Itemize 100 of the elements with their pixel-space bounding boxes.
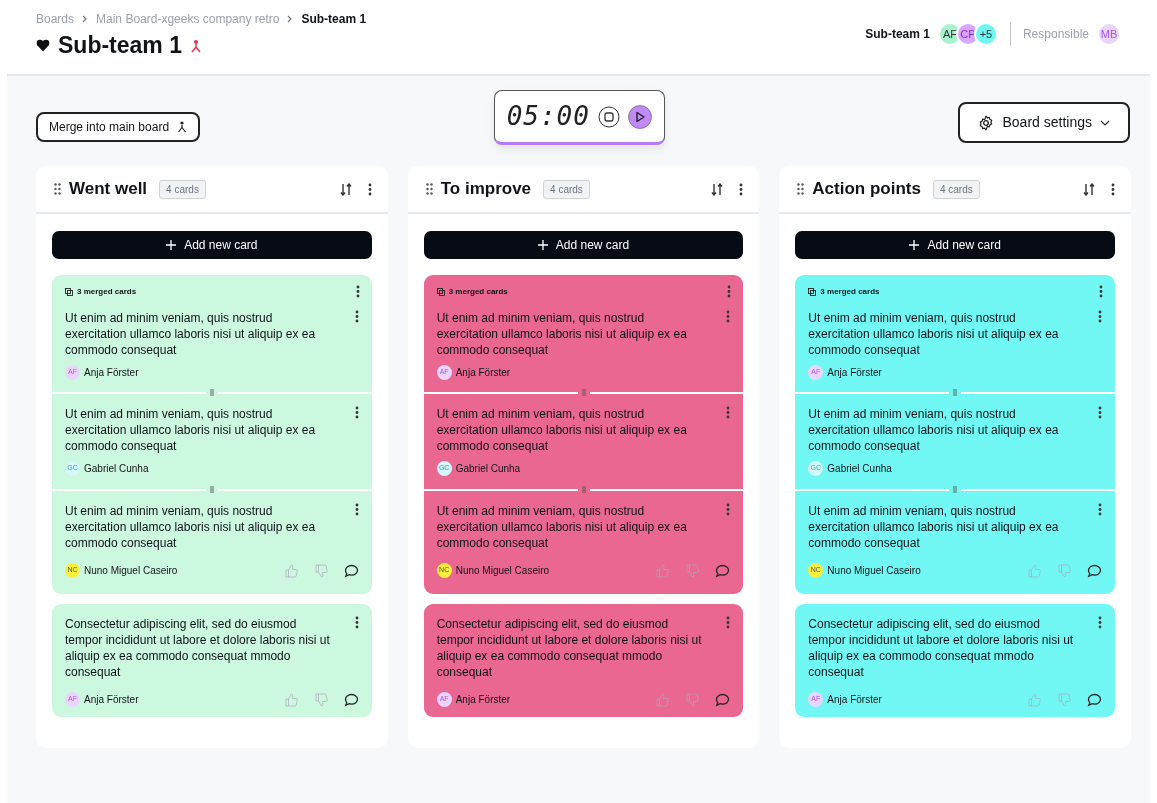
author-name: Gabriel Cunha [827,462,892,476]
team-name: Sub-team 1 [865,26,930,43]
thumbs-down-icon[interactable] [1057,563,1071,578]
column-title: Action points [812,178,921,201]
add-card-button[interactable]: Add new card [52,231,372,259]
author-name: Anja Förster [455,693,511,707]
more-options-icon[interactable] [1098,616,1102,629]
author-name: Anja Förster [455,366,511,380]
card-text: Ut enim ad minim veniam, quis nostrud exercitation ullamco laboris nisi ut aliquip ex ea commodo consequat [436,503,688,551]
author-name: Gabriel Cunha [84,462,149,476]
comment-icon[interactable] [1087,692,1102,707]
author-name: Gabriel Cunha [455,462,521,476]
copy-icon [808,287,817,296]
card-text: Ut enim ad minim veniam, quis nostrud exercitation ullamco laboris nisi ut aliquip ex ea commodo consequat [808,310,1060,358]
more-options-icon[interactable] [1098,406,1102,419]
author-name: Nuno Miguel Caseiro [84,564,178,578]
thumbs-down-icon[interactable] [1057,692,1071,707]
thumbs-up-icon[interactable] [1027,692,1041,707]
split-handle-icon[interactable] [209,389,214,396]
more-options-icon[interactable] [1098,310,1102,323]
card-text: Ut enim ad minim veniam, quis nostrud exercitation ullamco laboris nisi ut aliquip ex ea commodo consequat [436,406,688,454]
split-handle-icon[interactable] [953,486,958,493]
settings-icon [978,114,995,131]
card-text: Consectetur adipiscing elit, sed do eiusmod tempor incididunt ut labore et dolore laboris nisi ut aliquip ex ea commodo consequat mmodo consequat [65,616,331,680]
thumbs-down-icon[interactable] [313,692,328,707]
drag-handle-icon[interactable] [797,183,805,195]
add-card-button[interactable]: Add new card [795,231,1115,259]
timer-display: 05:00 [506,100,590,133]
author-name: Anja Förster [827,693,882,707]
column-title: Went well [69,178,148,201]
chevron-down-icon [1100,119,1110,126]
add-card-button[interactable]: Add new card [423,231,744,259]
merged-label: 3 merged cards [448,285,508,298]
card-text: Consectetur adipiscing elit, sed do eiusmod tempor incididunt ut labore et dolore laboris nisi ut aliquip ex ea commodo consequat mmodo consequat [436,616,703,680]
thumbs-up-icon[interactable] [283,563,298,578]
more-options-icon[interactable] [1099,285,1103,298]
plus-icon [537,240,548,250]
more-options-icon[interactable] [1098,503,1102,516]
merge-button[interactable]: Merge into main board [36,112,201,142]
sort-icon[interactable] [711,182,724,196]
author-name: Anja Förster [84,693,139,707]
thumbs-down-icon[interactable] [313,563,328,578]
thumbs-up-icon[interactable] [283,692,298,707]
merge-icon [177,121,188,133]
card-count: 4 cards [932,179,980,199]
board-title: Sub-team 1 [58,32,182,60]
card-count: 4 cards [159,179,206,199]
author-name: Nuno Miguel Caseiro [827,564,921,578]
drag-handle-icon[interactable] [54,183,61,195]
author-name: Nuno Miguel Caseiro [455,564,550,578]
sort-icon[interactable] [1083,182,1095,196]
split-handle-icon[interactable] [209,486,214,493]
chevron-icon [287,15,294,23]
merge-icon [190,38,202,53]
more-options-icon[interactable] [739,182,744,196]
responsible-label: Responsible [1022,26,1089,43]
drag-handle-icon[interactable] [425,183,433,195]
card-text: Ut enim ad minim veniam, quis nostrud exercitation ullamco laboris nisi ut aliquip ex ea commodo consequat [65,406,317,454]
hearts-logo-icon [36,39,50,53]
card-text: Ut enim ad minim veniam, quis nostrud exercitation ullamco laboris nisi ut aliquip ex ea commodo consequat [65,310,317,358]
member-avatar: +5 [973,22,998,46]
card-text: Ut enim ad minim veniam, quis nostrud exercitation ullamco laboris nisi ut aliquip ex ea commodo consequat [436,310,688,358]
more-options-icon[interactable] [1111,182,1115,196]
split-handle-icon[interactable] [581,486,586,493]
merged-label: 3 merged cards [820,285,880,298]
responsible-avatar: MB [1097,22,1121,46]
merged-label: 3 merged cards [77,285,137,298]
thumbs-up-icon[interactable] [655,563,670,578]
comment-icon[interactable] [343,563,359,578]
chevron-icon [82,15,89,23]
author-name: Anja Förster [827,366,882,380]
split-handle-icon[interactable] [581,389,586,396]
sort-icon[interactable] [339,182,352,196]
copy-icon [65,287,73,296]
more-options-icon[interactable] [354,503,359,516]
board-settings-button[interactable]: Board settings [958,102,1130,143]
thumbs-down-icon[interactable] [685,692,700,707]
card-text: Ut enim ad minim veniam, quis nostrud exercitation ullamco laboris nisi ut aliquip ex ea commodo consequat [808,406,1060,454]
plus-icon [909,240,920,250]
column-title: To improve [440,178,532,201]
comment-icon[interactable] [343,692,359,707]
author-name: Anja Förster [84,366,139,380]
plus-icon [166,240,177,250]
play-button-icon[interactable] [627,104,652,129]
more-options-icon[interactable] [354,616,359,629]
more-options-icon[interactable] [354,406,359,419]
card-count: 4 cards [543,179,590,199]
card-text: Ut enim ad minim veniam, quis nostrud exercitation ullamco laboris nisi ut aliquip ex ea commodo consequat [808,503,1060,551]
comment-icon[interactable] [1087,563,1102,578]
more-options-icon[interactable] [355,285,360,298]
split-handle-icon[interactable] [953,389,958,396]
thumbs-down-icon[interactable] [685,563,700,578]
more-options-icon[interactable] [354,310,359,323]
card-text: Ut enim ad minim veniam, quis nostrud exercitation ullamco laboris nisi ut aliquip ex ea commodo consequat [65,503,317,551]
stop-button-icon[interactable] [597,105,620,128]
copy-icon [436,287,445,296]
card-text: Consectetur adipiscing elit, sed do eiusmod tempor incididunt ut labore et dolore laboris nisi ut aliquip ex ea commodo consequat mmodo consequat [808,616,1075,680]
more-options-icon[interactable] [367,182,372,196]
thumbs-up-icon[interactable] [1027,563,1041,578]
thumbs-up-icon[interactable] [655,692,670,707]
